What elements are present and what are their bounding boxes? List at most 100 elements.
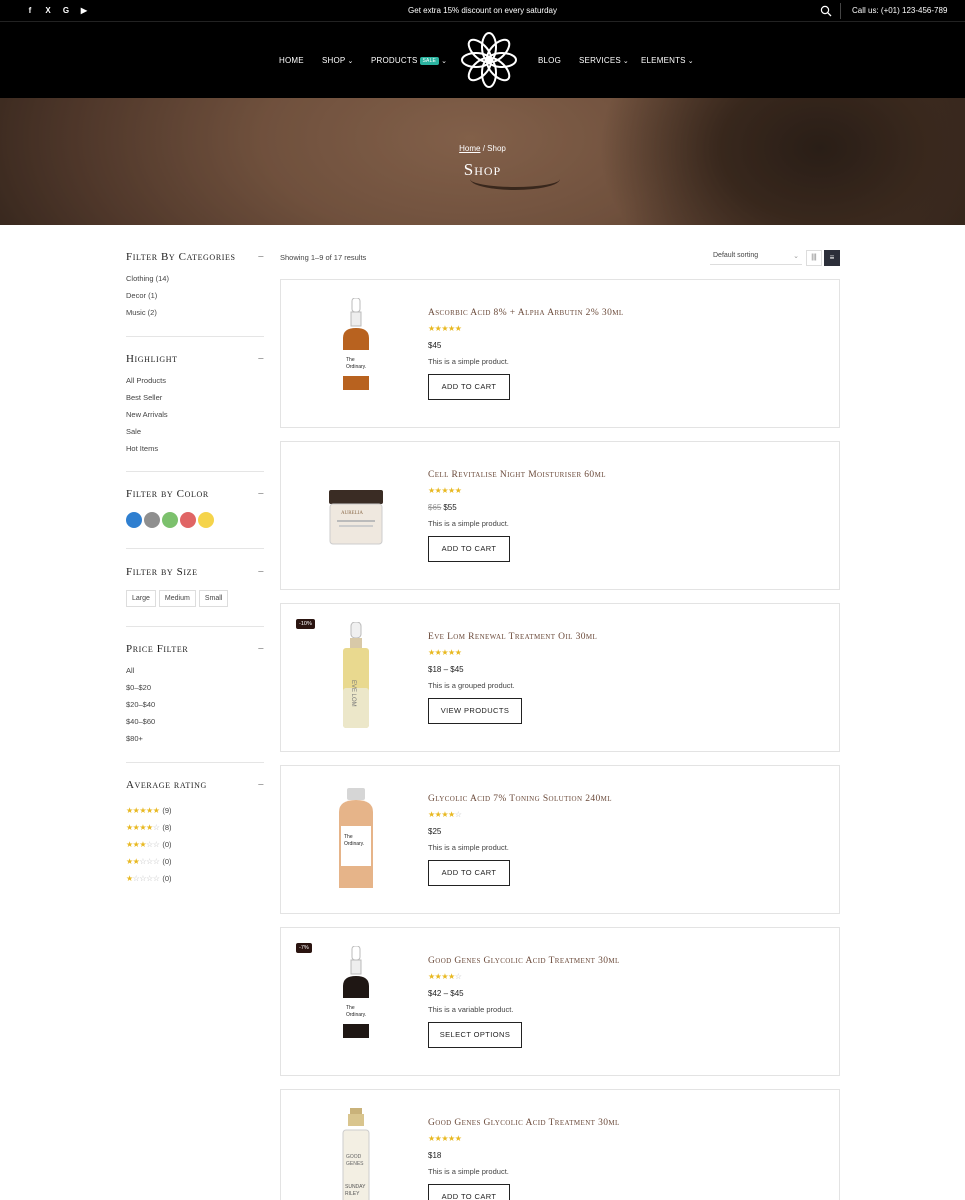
product-image[interactable]: EVE LOM [321, 622, 391, 734]
collapse-icon[interactable]: – [258, 779, 264, 790]
size-option[interactable]: Medium [158, 590, 196, 607]
product-description: This is a grouped product. [428, 681, 515, 690]
size-option[interactable]: Large [126, 590, 156, 607]
size-option[interactable]: Small [198, 590, 229, 607]
color-swatch-gray[interactable] [144, 512, 160, 528]
filter-categories-header[interactable]: Filter By Categories – [126, 251, 264, 265]
product-action-button[interactable]: ADD TO CART [428, 374, 510, 400]
svg-text:Ordinary.: Ordinary. [344, 841, 364, 847]
sidebar-divider [126, 548, 264, 549]
star-rating-icon: ★★★★★ [126, 805, 160, 815]
star-rating-icon: ★★★★☆ [428, 972, 462, 981]
nav-shop-label: SHOP [322, 56, 346, 65]
rating-filter-item[interactable]: ★★★★☆ (8) [126, 819, 264, 836]
filter-price: Price Filter – All $0–$20 $20–$40 $40–$60… [126, 643, 264, 751]
product-description: This is a simple product. [428, 1167, 509, 1176]
product-image[interactable]: AURELIA [321, 460, 391, 572]
highlight-item[interactable]: Best Seller [126, 393, 264, 410]
rating-count: (8) [162, 822, 172, 832]
highlight-list: All Products Best Seller New Arrivals Sa… [126, 376, 264, 461]
price-item[interactable]: $20–$40 [126, 700, 264, 717]
collapse-icon[interactable]: – [258, 566, 264, 577]
rating-filter-item[interactable]: ★★★☆☆ (0) [126, 836, 264, 853]
product-action-button[interactable]: ADD TO CART [428, 860, 510, 886]
product-price: $42 – $45 [428, 989, 464, 998]
price-item[interactable]: All [126, 666, 264, 683]
color-swatch-green[interactable] [162, 512, 178, 528]
highlight-item[interactable]: Hot Items [126, 444, 264, 461]
product-title-link[interactable]: Good Genes Glycolic Acid Treatment 30ml [428, 1118, 620, 1128]
product-card: The Ordinary. Ascorbic Acid 8% + Alpha Arb… [280, 279, 840, 428]
result-count: Showing 1–9 of 17 results [280, 253, 367, 262]
product-image[interactable]: TheOrdinary. [321, 298, 391, 410]
rating-filter-item[interactable]: ★☆☆☆☆ (0) [126, 870, 264, 887]
nav-elements[interactable]: ELEMENTS ⌄ [641, 56, 694, 65]
list-view-icon[interactable]: ≡ [824, 250, 840, 266]
search-icon[interactable] [820, 5, 832, 17]
nav-products[interactable]: PRODUCTS SALE ⌄ [371, 56, 447, 65]
rating-count: (9) [162, 805, 172, 815]
category-item[interactable]: Music (2) [126, 308, 264, 325]
nav-home[interactable]: HOME [279, 56, 304, 65]
product-image[interactable]: TheOrdinary. [321, 784, 391, 896]
star-rating-icon: ★★★★★ [428, 1134, 462, 1143]
product-title-link[interactable]: Cell Revitalise Night Moisturiser 60ml [428, 470, 606, 480]
filter-size-header[interactable]: Filter by Size – [126, 566, 264, 580]
product-price: $25 [428, 827, 441, 836]
star-rating-icon: ★★★★★ [428, 648, 462, 657]
current-price: $55 [443, 503, 457, 512]
filter-color: Filter by Color – [126, 488, 264, 528]
product-image[interactable]: TheOrdinary. [321, 946, 391, 1058]
highlight-item[interactable]: Sale [126, 427, 264, 444]
breadcrumb-home-link[interactable]: Home [459, 144, 480, 153]
product-image[interactable]: GOODGENES SUNDAYRILEY [321, 1108, 391, 1200]
chevron-down-icon: ⌄ [622, 58, 629, 65]
rating-filter-item[interactable]: ★★☆☆☆ (0) [126, 853, 264, 870]
highlight-item[interactable]: All Products [126, 376, 264, 393]
main-header: HOME SHOP ⌄ PRODUCTS SALE ⌄ BLOG SERVICES ⌄ … [0, 22, 965, 98]
product-card: GOOD GENES SUNDAY RILEY Good Genes Glycolic … [280, 1089, 840, 1200]
nav-blog[interactable]: BLOG [538, 56, 561, 65]
rating-count: (0) [162, 839, 172, 849]
filter-highlight-title: Highlight [126, 353, 178, 365]
filter-rating-header[interactable]: Average rating – [126, 779, 264, 793]
star-rating-icon: ★★★★★ [428, 486, 462, 495]
price-list: All $0–$20 $20–$40 $40–$60 $80+ [126, 666, 264, 751]
product-title-link[interactable]: Glycolic Acid 7% Toning Solution 240ml [428, 794, 612, 804]
filter-color-header[interactable]: Filter by Color – [126, 488, 264, 502]
price-item[interactable]: $80+ [126, 734, 264, 751]
price-item[interactable]: $40–$60 [126, 717, 264, 734]
collapse-icon[interactable]: – [258, 353, 264, 364]
price-item[interactable]: $0–$20 [126, 683, 264, 700]
product-price: $65 $55 [428, 503, 457, 512]
collapse-icon[interactable]: – [258, 488, 264, 499]
product-title-link[interactable]: Good Genes Glycolic Acid Treatment 30ml [428, 956, 620, 966]
highlight-item[interactable]: New Arrivals [126, 410, 264, 427]
product-card: -10% EVE LOM Eve Lom Renewal Treatment Oil… [280, 603, 840, 752]
svg-text:AURELIA: AURELIA [341, 511, 363, 516]
product-title-link[interactable]: Eve Lom Renewal Treatment Oil 30ml [428, 632, 597, 642]
product-action-button[interactable]: VIEW PRODUCTS [428, 698, 522, 724]
svg-text:Ordinary.: Ordinary. [346, 1012, 366, 1018]
color-swatch-red[interactable] [180, 512, 196, 528]
category-item[interactable]: Decor (1) [126, 291, 264, 308]
sort-select[interactable]: Default sorting ⌄ [710, 249, 802, 265]
product-action-button[interactable]: ADD TO CART [428, 536, 510, 562]
rating-filter-item[interactable]: ★★★★★ (9) [126, 802, 264, 819]
filter-price-header[interactable]: Price Filter – [126, 643, 264, 657]
color-swatch-yellow[interactable] [198, 512, 214, 528]
collapse-icon[interactable]: – [258, 251, 264, 262]
breadcrumb-current: Shop [487, 144, 506, 153]
filter-highlight-header[interactable]: Highlight – [126, 353, 264, 367]
product-action-button[interactable]: ADD TO CART [428, 1184, 510, 1200]
collapse-icon[interactable]: – [258, 643, 264, 654]
product-action-button[interactable]: SELECT OPTIONS [428, 1022, 522, 1048]
nav-services[interactable]: SERVICES ⌄ [579, 56, 629, 65]
grid-view-icon[interactable]: ||| [806, 250, 822, 266]
lotus-logo-icon[interactable] [458, 29, 520, 91]
color-swatch-blue[interactable] [126, 512, 142, 528]
product-title-link[interactable]: Ascorbic Acid 8% + Alpha Arbutin 2% 30ml [428, 308, 624, 318]
product-description: This is a simple product. [428, 357, 509, 366]
nav-shop[interactable]: SHOP ⌄ [322, 56, 354, 65]
category-item[interactable]: Clothing (14) [126, 274, 264, 291]
